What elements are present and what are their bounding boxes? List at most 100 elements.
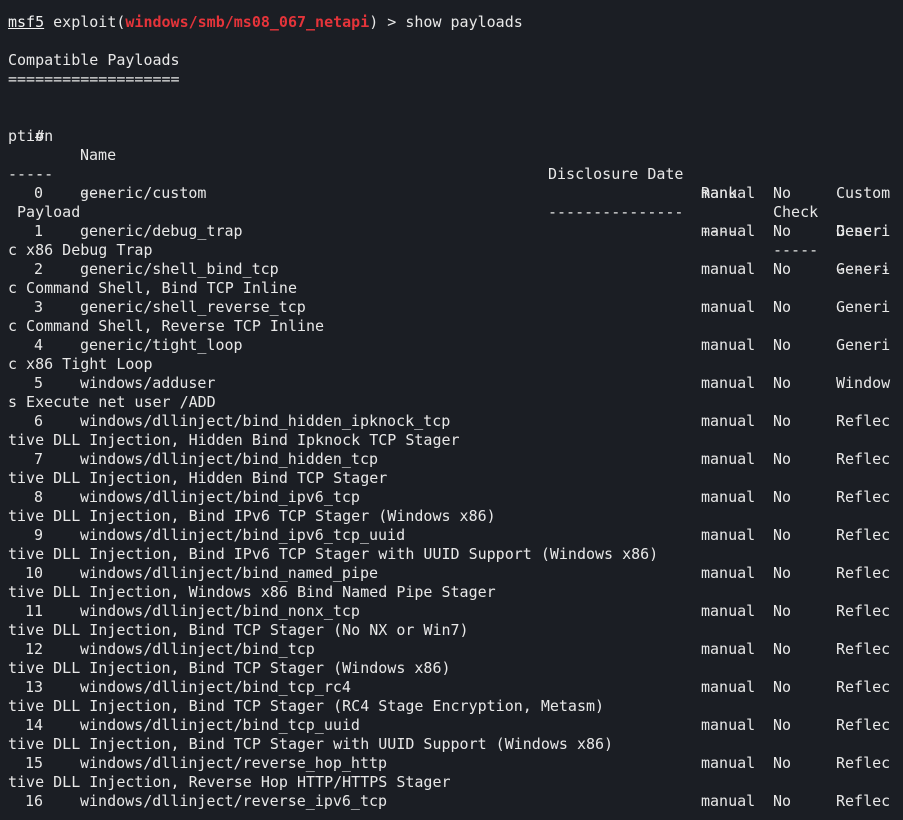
- row-description-wrap: tive DLL Injection, Bind IPv6 TCP Stager…: [8, 507, 496, 525]
- row-rank: manual: [701, 336, 756, 354]
- row-payload-name: windows/dllinject/bind_tcp: [80, 640, 315, 658]
- row-check: No: [773, 488, 792, 506]
- row-number: 16: [24, 792, 43, 810]
- header-date: Disclosure Date: [548, 165, 684, 183]
- row-number: 1: [33, 222, 43, 240]
- row-payload-name: windows/dllinject/bind_ipv6_tcp_uuid: [80, 526, 406, 544]
- row-rank: manual: [701, 640, 756, 658]
- table-row: 7 windows/dllinject/bind_hidden_tcp manual…: [0, 450, 903, 469]
- row-rank: manual: [701, 184, 756, 202]
- row-number: 6: [33, 412, 43, 430]
- table-row: 9 windows/dllinject/bind_ipv6_tcp_uuid man…: [0, 526, 903, 545]
- divider-description-wrap: -----: [8, 165, 54, 183]
- row-payload-name: windows/dllinject/bind_ipv6_tcp: [80, 488, 360, 506]
- table-row: 4 generic/tight_loop manual No Generi: [0, 336, 903, 355]
- row-description-start: Reflec: [836, 792, 891, 810]
- row-payload-name: windows/dllinject/reverse_ipv6_tcp: [80, 792, 388, 810]
- row-description-wrap: tive DLL Injection, Reverse Hop HTTP/HTT…: [8, 773, 451, 791]
- table-row: 12 windows/dllinject/bind_tcp manual No Refl…: [0, 640, 903, 659]
- row-rank: manual: [701, 526, 756, 544]
- table-row: 1 generic/debug_trap manual No Generi: [0, 222, 903, 241]
- row-rank: manual: [701, 298, 756, 316]
- row-check: No: [773, 564, 792, 582]
- prompt-prefix: exploit(: [44, 13, 126, 31]
- row-description-start: Generi: [836, 222, 891, 240]
- table-row: 16 windows/dllinject/reverse_ipv6_tcp manu…: [0, 792, 903, 811]
- prompt-command: ) > show payloads: [369, 13, 523, 31]
- row-number: 15: [24, 754, 43, 772]
- divider-date: ---------------: [548, 203, 684, 221]
- row-number: 0: [33, 184, 43, 202]
- table-header: # Name Disclosure Date Rank Check Descri: [0, 108, 903, 240]
- row-rank: manual: [701, 374, 756, 392]
- row-payload-name: generic/custom: [80, 184, 207, 202]
- row-check: No: [773, 412, 792, 430]
- row-description-start: Window: [836, 374, 891, 392]
- row-rank: manual: [701, 450, 756, 468]
- row-number: 4: [33, 336, 43, 354]
- row-rank: manual: [701, 754, 756, 772]
- table-row: 10 windows/dllinject/bind_named_pipe manua…: [0, 564, 903, 583]
- row-description-start: Reflec: [836, 450, 891, 468]
- row-number: 9: [33, 526, 43, 544]
- row-description-start: Reflec: [836, 640, 891, 658]
- row-check: No: [773, 450, 792, 468]
- row-description-wrap: c Command Shell, Bind TCP Inline: [8, 279, 297, 297]
- row-rank: manual: [701, 488, 756, 506]
- table-row: 8 windows/dllinject/bind_ipv6_tcp manual No…: [0, 488, 903, 507]
- row-description-wrap: tive DLL Injection, Bind TCP Stager (Win…: [8, 659, 451, 677]
- section-rule: ===================: [8, 70, 180, 88]
- row-description-wrap: c Command Shell, Reverse TCP Inline: [8, 317, 325, 335]
- row-check: No: [773, 222, 792, 240]
- row-description-start: Reflec: [836, 678, 891, 696]
- row-check: No: [773, 678, 792, 696]
- row-check: No: [773, 754, 792, 772]
- row-payload-name: generic/tight_loop: [80, 336, 243, 354]
- prompt-module: windows/smb/ms08_067_netapi: [125, 13, 370, 31]
- row-check: No: [773, 374, 792, 392]
- row-description-wrap: tive DLL Injection, Bind TCP Stager with…: [8, 735, 614, 753]
- table-row: 15 windows/dllinject/reverse_hop_http manu…: [0, 754, 903, 773]
- section-title: Compatible Payloads: [8, 51, 180, 69]
- row-payload-name: windows/dllinject/bind_hidden_ipknock_tc…: [80, 412, 451, 430]
- row-description-start: Custom: [836, 184, 891, 202]
- row-description-start: Reflec: [836, 602, 891, 620]
- row-description-wrap: tive DLL Injection, Bind TCP Stager (No …: [8, 621, 469, 639]
- row-check: No: [773, 716, 792, 734]
- row-payload-name: windows/dllinject/bind_nonx_tcp: [80, 602, 360, 620]
- row-number: 7: [33, 450, 43, 468]
- row-payload-name: windows/dllinject/bind_tcp_uuid: [80, 716, 360, 734]
- row-payload-name: windows/dllinject/bind_named_pipe: [80, 564, 379, 582]
- row-description-start: Reflec: [836, 716, 891, 734]
- row-number: 10: [24, 564, 43, 582]
- row-description-start: Reflec: [836, 412, 891, 430]
- row-number: 13: [24, 678, 43, 696]
- table-row: 5 windows/adduser manual No Window: [0, 374, 903, 393]
- row-number: 11: [24, 602, 43, 620]
- row-check: No: [773, 602, 792, 620]
- row-payload-name: generic/debug_trap: [80, 222, 243, 240]
- row-check: No: [773, 260, 792, 278]
- row-rank: manual: [701, 564, 756, 582]
- row-check: No: [773, 336, 792, 354]
- row-description-wrap: tive DLL Injection, Hidden Bind Ipknock …: [8, 431, 460, 449]
- table-row: 3 generic/shell_reverse_tcp manual No Generi: [0, 298, 903, 317]
- row-description-start: Generi: [836, 260, 891, 278]
- row-description-start: Reflec: [836, 754, 891, 772]
- row-payload-name: windows/dllinject/bind_hidden_tcp: [80, 450, 379, 468]
- row-payload-name: windows/dllinject/reverse_hop_http: [80, 754, 388, 772]
- row-check: No: [773, 792, 792, 810]
- row-description-start: Reflec: [836, 526, 891, 544]
- row-rank: manual: [701, 678, 756, 696]
- terminal-window[interactable]: msf5 exploit(windows/smb/ms08_067_netapi…: [0, 0, 903, 820]
- row-description-wrap: tive DLL Injection, Windows x86 Bind Nam…: [8, 583, 496, 601]
- row-rank: manual: [701, 602, 756, 620]
- row-description-wrap: Payload: [8, 203, 81, 221]
- table-divider: - ---- --------------- ---- ----- ------: [0, 146, 903, 278]
- row-description-wrap: tive DLL Injection, Bind IPv6 TCP Stager…: [8, 545, 659, 563]
- row-description-start: Reflec: [836, 488, 891, 506]
- row-payload-name: generic/shell_reverse_tcp: [80, 298, 306, 316]
- table-row: 14 windows/dllinject/bind_tcp_uuid manual N…: [0, 716, 903, 735]
- row-payload-name: windows/adduser: [80, 374, 216, 392]
- row-description-wrap: tive DLL Injection, Hidden Bind TCP Stag…: [8, 469, 388, 487]
